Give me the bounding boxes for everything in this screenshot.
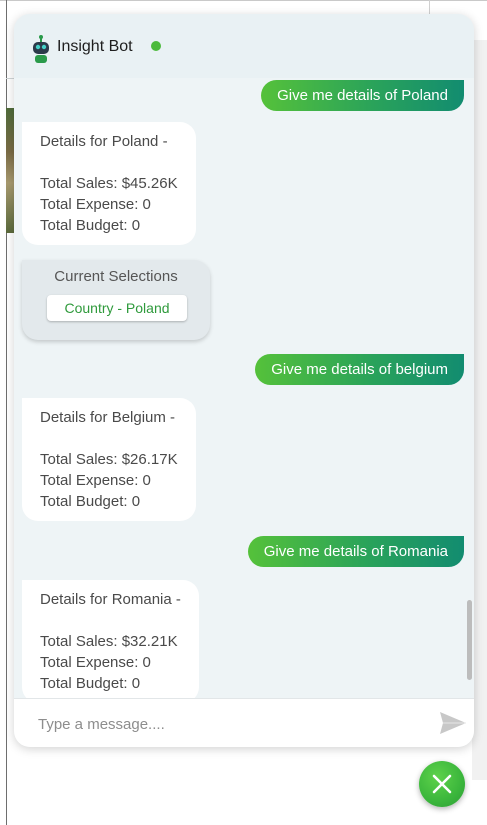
background-border: [0, 0, 487, 1]
bot-message-line: Total Budget: 0: [40, 675, 141, 692]
bot-message: Details for Belgium - Total Sales: $26.1…: [22, 398, 196, 521]
chat-window: Insight Bot Give me details of Poland De…: [14, 14, 474, 747]
user-message: Give me details of Romania: [247, 536, 464, 567]
bot-message-line: Total Budget: 0: [40, 493, 141, 510]
message-list[interactable]: Give me details of Poland Details for Po…: [14, 78, 474, 698]
bot-message: Details for Romania - Total Sales: $32.2…: [22, 580, 199, 698]
current-selections-card: Current Selections Country - Poland: [22, 260, 210, 340]
bot-name: Insight Bot: [57, 38, 133, 55]
user-message: Give me details of belgium: [255, 354, 464, 385]
bot-message-line: Total Sales: $32.21K: [40, 633, 178, 650]
bot-message-line: Total Sales: $45.26K: [40, 175, 178, 192]
bot-message-line: Total Sales: $26.17K: [40, 451, 178, 468]
bot-message-line: Details for Belgium -: [40, 409, 176, 426]
bot-message-line: Total Expense: 0: [40, 196, 151, 213]
close-chat-button[interactable]: [419, 761, 465, 807]
message-composer: [14, 698, 474, 747]
close-icon: [432, 774, 452, 794]
user-message: Give me details of Poland: [261, 80, 464, 111]
selection-chip[interactable]: Country - Poland: [47, 295, 187, 321]
scrollbar-thumb[interactable]: [467, 600, 472, 680]
chat-header: Insight Bot: [14, 14, 474, 78]
bot-message-line: Total Expense: 0: [40, 472, 151, 489]
background-panel: [472, 40, 487, 780]
online-status-dot: [151, 41, 161, 51]
current-selections-title: Current Selections: [54, 268, 178, 285]
bot-message-line: Total Expense: 0: [40, 654, 151, 671]
message-input[interactable]: [36, 711, 420, 737]
bot-message: Details for Poland - Total Sales: $45.26…: [22, 122, 196, 245]
bot-message-line: Total Budget: 0: [40, 217, 141, 234]
background-divider: [429, 0, 430, 14]
bot-message-line: Details for Romania -: [40, 591, 181, 608]
robot-icon: [32, 34, 50, 64]
send-icon[interactable]: [439, 711, 467, 735]
bot-message-line: Details for Poland -: [40, 133, 168, 150]
